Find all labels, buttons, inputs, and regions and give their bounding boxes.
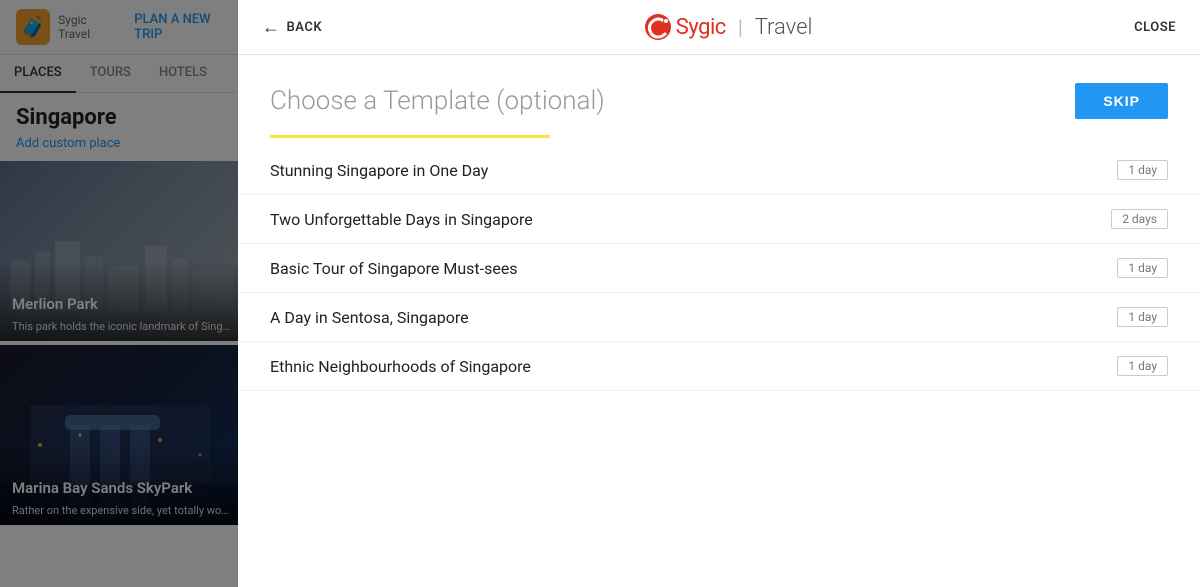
- modal-header: ← BACK Sygic | Travel CLOSE: [238, 0, 1200, 55]
- template-item-name: A Day in Sentosa, Singapore: [270, 308, 469, 327]
- back-button[interactable]: ← BACK: [262, 17, 322, 38]
- skip-button[interactable]: SKIP: [1075, 83, 1168, 119]
- template-item[interactable]: Ethnic Neighbourhoods of Singapore 1 day: [238, 342, 1200, 391]
- logo-divider: |: [738, 15, 743, 39]
- template-item[interactable]: A Day in Sentosa, Singapore 1 day: [238, 293, 1200, 342]
- template-item-duration: 1 day: [1117, 307, 1168, 327]
- sygic-text: Sygic: [676, 15, 726, 40]
- template-item-duration: 1 day: [1117, 258, 1168, 278]
- template-item[interactable]: Stunning Singapore in One Day 1 day: [238, 146, 1200, 195]
- template-header: Choose a Template (optional) SKIP: [238, 55, 1200, 119]
- template-title: Choose a Template (optional): [270, 86, 605, 116]
- template-list: Stunning Singapore in One Day 1 day Two …: [238, 138, 1200, 399]
- template-modal: ← BACK Sygic | Travel CLOSE Choose a Tem…: [238, 0, 1200, 587]
- close-button[interactable]: CLOSE: [1134, 20, 1176, 35]
- sygic-logo-icon: [644, 13, 672, 41]
- sygic-logo: Sygic: [644, 13, 726, 41]
- template-item-duration: 1 day: [1117, 160, 1168, 180]
- travel-text: Travel: [755, 15, 813, 40]
- template-item-name: Stunning Singapore in One Day: [270, 161, 488, 180]
- template-item-name: Ethnic Neighbourhoods of Singapore: [270, 357, 531, 376]
- back-label: BACK: [287, 20, 323, 35]
- back-arrow-icon: ←: [262, 17, 281, 38]
- template-item[interactable]: Two Unforgettable Days in Singapore 2 da…: [238, 195, 1200, 244]
- template-item[interactable]: Basic Tour of Singapore Must-sees 1 day: [238, 244, 1200, 293]
- template-item-duration: 2 days: [1111, 209, 1168, 229]
- modal-body: Choose a Template (optional) SKIP Stunni…: [238, 55, 1200, 587]
- template-item-duration: 1 day: [1117, 356, 1168, 376]
- modal-logo: Sygic | Travel: [644, 13, 813, 41]
- template-item-name: Basic Tour of Singapore Must-sees: [270, 259, 518, 278]
- template-item-name: Two Unforgettable Days in Singapore: [270, 210, 533, 229]
